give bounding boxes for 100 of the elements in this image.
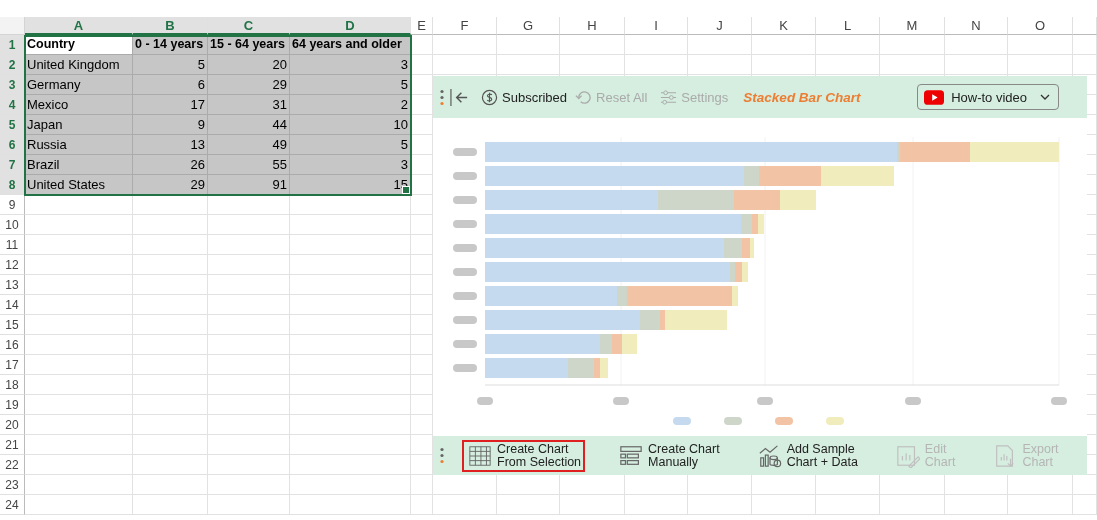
table-cell[interactable]	[208, 235, 290, 255]
table-cell[interactable]	[25, 395, 133, 415]
column-header[interactable]: J	[688, 17, 752, 35]
table-cell[interactable]	[880, 35, 945, 55]
table-cell[interactable]	[208, 195, 290, 215]
table-cell[interactable]: 5	[133, 55, 208, 75]
table-cell[interactable]: 17	[133, 95, 208, 115]
table-cell[interactable]	[208, 315, 290, 335]
table-cell[interactable]	[25, 335, 133, 355]
column-header[interactable]	[1073, 17, 1097, 35]
table-cell[interactable]: 91	[208, 175, 290, 195]
table-cell[interactable]	[752, 55, 816, 75]
table-cell[interactable]	[25, 235, 133, 255]
table-cell[interactable]: 20	[208, 55, 290, 75]
table-cell[interactable]	[625, 55, 688, 75]
column-header[interactable]: H	[560, 17, 625, 35]
table-cell[interactable]	[208, 335, 290, 355]
table-cell[interactable]	[133, 455, 208, 475]
table-cell[interactable]	[133, 335, 208, 355]
table-cell[interactable]: 2	[290, 95, 411, 115]
table-cell[interactable]	[208, 395, 290, 415]
table-cell[interactable]	[945, 495, 1008, 515]
table-cell[interactable]: Russia	[25, 135, 133, 155]
table-cell[interactable]	[290, 255, 411, 275]
table-cell[interactable]: 10	[290, 115, 411, 135]
table-cell[interactable]	[290, 455, 411, 475]
row-header[interactable]: 1	[0, 35, 25, 55]
table-cell[interactable]: United States	[25, 175, 133, 195]
drag-handle-icon[interactable]	[439, 447, 445, 464]
table-cell[interactable]	[208, 355, 290, 375]
column-header[interactable]: K	[752, 17, 816, 35]
table-cell[interactable]	[688, 55, 752, 75]
table-cell[interactable]	[133, 395, 208, 415]
table-cell[interactable]	[25, 195, 133, 215]
table-cell[interactable]	[133, 215, 208, 235]
table-cell[interactable]	[290, 315, 411, 335]
row-header[interactable]: 24	[0, 495, 25, 515]
table-cell[interactable]	[208, 455, 290, 475]
row-header[interactable]: 17	[0, 355, 25, 375]
table-cell[interactable]	[133, 435, 208, 455]
row-header[interactable]: 15	[0, 315, 25, 335]
how-to-video-button[interactable]: How-to video	[917, 84, 1059, 110]
table-cell[interactable]	[25, 295, 133, 315]
table-cell[interactable]: 3	[290, 155, 411, 175]
toolbar-button[interactable]: Create Chart Manually	[613, 439, 724, 472]
table-cell[interactable]: Mexico	[25, 95, 133, 115]
table-cell[interactable]: Germany	[25, 75, 133, 95]
table-cell[interactable]	[133, 375, 208, 395]
table-cell[interactable]	[25, 415, 133, 435]
select-all-corner[interactable]	[0, 17, 25, 35]
table-cell[interactable]	[290, 415, 411, 435]
table-cell[interactable]	[133, 355, 208, 375]
table-cell[interactable]	[411, 495, 433, 515]
table-cell[interactable]: 9	[133, 115, 208, 135]
row-header[interactable]: 7	[0, 155, 25, 175]
table-cell[interactable]	[208, 475, 290, 495]
table-cell[interactable]	[290, 275, 411, 295]
table-cell[interactable]	[1008, 495, 1073, 515]
table-cell[interactable]	[290, 335, 411, 355]
table-cell[interactable]	[25, 375, 133, 395]
table-cell[interactable]	[433, 35, 497, 55]
column-header[interactable]: B	[133, 17, 208, 35]
row-header[interactable]: 11	[0, 235, 25, 255]
table-cell[interactable]	[752, 495, 816, 515]
table-cell[interactable]	[208, 275, 290, 295]
row-header[interactable]: 6	[0, 135, 25, 155]
table-cell[interactable]	[133, 495, 208, 515]
column-header[interactable]: O	[1008, 17, 1073, 35]
table-cell[interactable]	[290, 195, 411, 215]
table-cell[interactable]	[133, 415, 208, 435]
row-header[interactable]: 18	[0, 375, 25, 395]
row-header[interactable]: 22	[0, 455, 25, 475]
row-header[interactable]: 8	[0, 175, 25, 195]
table-cell[interactable]	[25, 495, 133, 515]
table-cell[interactable]	[880, 495, 945, 515]
table-cell[interactable]	[208, 415, 290, 435]
column-header[interactable]: I	[625, 17, 688, 35]
row-header[interactable]: 3	[0, 75, 25, 95]
table-cell[interactable]	[816, 495, 880, 515]
table-cell[interactable]	[433, 55, 497, 75]
toolbar-button[interactable]: Add Sample Chart + Data	[751, 439, 862, 472]
table-cell[interactable]	[25, 215, 133, 235]
row-header[interactable]: 4	[0, 95, 25, 115]
table-cell[interactable]	[25, 455, 133, 475]
table-cell[interactable]	[133, 295, 208, 315]
table-cell[interactable]	[25, 275, 133, 295]
toolbar-button[interactable]: Create Chart From Selection	[462, 439, 586, 472]
column-header[interactable]: A	[25, 17, 133, 35]
table-cell[interactable]	[497, 35, 560, 55]
table-cell[interactable]: 5	[290, 135, 411, 155]
table-cell[interactable]	[497, 55, 560, 75]
column-header[interactable]: M	[880, 17, 945, 35]
table-cell[interactable]	[625, 35, 688, 55]
table-cell[interactable]: 31	[208, 95, 290, 115]
table-cell[interactable]: 13	[133, 135, 208, 155]
row-header[interactable]: 23	[0, 475, 25, 495]
column-header[interactable]: N	[945, 17, 1008, 35]
table-cell[interactable]	[688, 495, 752, 515]
table-cell[interactable]	[208, 295, 290, 315]
row-header[interactable]: 21	[0, 435, 25, 455]
